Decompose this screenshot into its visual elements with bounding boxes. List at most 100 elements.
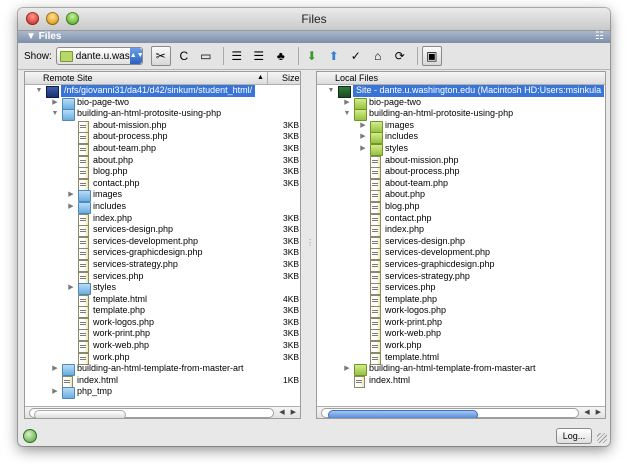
table-row[interactable]: index.html <box>317 375 605 388</box>
table-row[interactable]: index.php 3KB <box>25 213 300 226</box>
site-select[interactable]: dante.u.was... ▲▼ <box>55 47 144 65</box>
table-row[interactable]: blog.php <box>317 201 605 214</box>
table-row[interactable]: services-graphicdesign.php 3KB <box>25 247 300 261</box>
remote-horizontal-scrollbar[interactable]: ◀ ▶ <box>25 406 300 418</box>
table-row[interactable]: about-team.php <box>317 178 605 191</box>
table-row[interactable]: services.php <box>317 282 605 296</box>
table-row[interactable]: services-strategy.php <box>317 271 605 284</box>
site-map-icon[interactable]: ♣ <box>272 47 290 65</box>
check-out-icon[interactable]: ✓ <box>347 47 365 65</box>
remote-scroll-arrows-icon[interactable]: ◀ ▶ <box>279 407 298 418</box>
table-row[interactable]: contact.php 3KB <box>25 178 300 191</box>
disclosure-collapsed-icon[interactable]: ▶ <box>359 131 367 143</box>
table-row[interactable]: services-development.php <box>317 247 605 261</box>
table-row[interactable]: services-design.php <box>317 236 605 249</box>
local-horizontal-scrollbar[interactable]: ◀ ▶ <box>317 406 605 418</box>
table-row[interactable]: work-logos.php 3KB <box>25 317 300 330</box>
table-row[interactable]: about.php <box>317 189 605 203</box>
table-row[interactable]: about-mission.php <box>317 155 605 168</box>
table-row[interactable]: work-print.php <box>317 317 605 330</box>
table-row[interactable]: ▶ building-an-html-template-from-master-a… <box>25 363 300 377</box>
disclosure-collapsed-icon[interactable]: ▶ <box>51 386 59 398</box>
pane-divider-icon[interactable]: ⋮ <box>306 238 314 247</box>
table-row[interactable]: ▶ styles <box>317 143 605 156</box>
table-row[interactable]: blog.php 3KB <box>25 166 300 180</box>
files-panel-header[interactable]: ▼ Files ☷ <box>18 31 610 43</box>
local-scroll-thumb[interactable] <box>328 410 478 418</box>
table-row[interactable]: template.html 4KB <box>25 294 300 307</box>
table-row[interactable]: services-development.php 3KB <box>25 236 300 249</box>
table-row[interactable]: ▶ php_tmp <box>25 386 300 400</box>
table-row[interactable]: about-process.php <box>317 166 605 180</box>
get-files-icon[interactable]: ⬇ <box>303 47 321 65</box>
table-row[interactable]: about-process.php 3KB <box>25 131 300 145</box>
disclosure-collapsed-icon[interactable]: ▶ <box>67 282 75 294</box>
disclosure-collapsed-icon[interactable]: ▶ <box>343 363 351 375</box>
put-files-icon[interactable]: ⬆ <box>325 47 343 65</box>
table-row[interactable]: work-logos.php <box>317 305 605 319</box>
disclosure-collapsed-icon[interactable]: ▶ <box>343 97 351 109</box>
table-row[interactable]: work-web.php <box>317 328 605 342</box>
table-row[interactable]: ▼ /nfs/giovanni31/da41/d42/sinkum/student… <box>25 85 300 98</box>
local-scroll-arrows-icon[interactable]: ◀ ▶ <box>584 407 603 418</box>
table-row[interactable]: about.php 3KB <box>25 155 300 168</box>
table-row[interactable]: index.php <box>317 224 605 238</box>
table-row[interactable]: ▼ building-an-html-protosite-using-php <box>25 108 300 122</box>
table-row[interactable]: index.html 1KB <box>25 375 300 388</box>
disclosure-expanded-icon[interactable]: ▼ <box>343 108 351 120</box>
disclosure-expanded-icon[interactable]: ▼ <box>35 85 43 97</box>
remote-site-column-header[interactable]: Remote Site <box>43 72 93 84</box>
table-row[interactable]: contact.php <box>317 213 605 226</box>
table-row[interactable]: about-team.php 3KB <box>25 143 300 156</box>
synchronize-icon[interactable]: ⟳ <box>391 47 409 65</box>
disclosure-expanded-icon[interactable]: ▼ <box>51 108 59 120</box>
table-row[interactable]: work-web.php 3KB <box>25 340 300 354</box>
log-button[interactable]: Log... <box>556 428 592 444</box>
disclosure-expanded-icon[interactable]: ▼ <box>327 85 335 97</box>
table-row[interactable]: services.php 3KB <box>25 271 300 284</box>
local-files-column-header[interactable]: Local Files <box>335 72 378 84</box>
repository-icon[interactable]: ☰ <box>250 47 268 65</box>
testing-server-icon[interactable]: ☰ <box>228 47 246 65</box>
table-row[interactable]: template.html <box>317 352 605 365</box>
refresh-icon[interactable]: C <box>175 47 193 65</box>
remote-scroll-thumb[interactable] <box>34 410 126 418</box>
disclosure-collapsed-icon[interactable]: ▶ <box>67 189 75 201</box>
table-row[interactable]: ▶ images <box>317 120 605 133</box>
disclosure-collapsed-icon[interactable]: ▶ <box>51 363 59 375</box>
zoom-icon[interactable] <box>66 12 79 25</box>
table-row[interactable]: ▼ Site - dante.u.washington.edu (Macintos… <box>317 85 605 98</box>
size-column-header[interactable]: Size <box>267 72 300 84</box>
table-row[interactable]: ▶ building-an-html-template-from-master-a… <box>317 363 605 377</box>
table-row[interactable]: services-strategy.php 3KB <box>25 259 300 272</box>
table-row[interactable]: template.php 3KB <box>25 305 300 319</box>
table-row[interactable]: services-design.php 3KB <box>25 224 300 238</box>
connect-icon[interactable]: ✂ <box>150 46 171 66</box>
table-row[interactable]: ▼ building-an-html-protosite-using-php <box>317 108 605 122</box>
table-row[interactable]: ▶ bio-page-two <box>25 97 300 110</box>
table-row[interactable]: ▶ includes <box>317 131 605 145</box>
panel-options-icon[interactable]: ☷ <box>595 31 604 43</box>
table-row[interactable]: ▶ images <box>25 189 300 203</box>
disclosure-collapsed-icon[interactable]: ▶ <box>359 143 367 155</box>
table-row[interactable]: services-graphicdesign.php <box>317 259 605 272</box>
close-icon[interactable] <box>26 12 39 25</box>
table-row[interactable]: work.php 3KB <box>25 352 300 365</box>
check-in-icon[interactable]: ⌂ <box>369 47 387 65</box>
minimize-icon[interactable] <box>46 12 59 25</box>
remote-scroll-track[interactable] <box>29 408 274 418</box>
expand-collapse-icon[interactable]: ▣ <box>421 46 442 66</box>
title-bar[interactable]: Files <box>18 8 610 31</box>
resize-grip-icon[interactable] <box>597 433 607 443</box>
disclosure-collapsed-icon[interactable]: ▶ <box>359 120 367 132</box>
table-row[interactable]: work-print.php 3KB <box>25 328 300 342</box>
table-row[interactable]: ▶ styles <box>25 282 300 296</box>
table-row[interactable]: template.php <box>317 294 605 307</box>
table-row[interactable]: about-mission.php 3KB <box>25 120 300 133</box>
table-row[interactable]: work.php <box>317 340 605 354</box>
disclosure-collapsed-icon[interactable]: ▶ <box>67 201 75 213</box>
local-scroll-track[interactable] <box>321 408 579 418</box>
table-row[interactable]: ▶ bio-page-two <box>317 97 605 110</box>
table-row[interactable]: ▶ includes <box>25 201 300 214</box>
disclosure-collapsed-icon[interactable]: ▶ <box>51 97 59 109</box>
